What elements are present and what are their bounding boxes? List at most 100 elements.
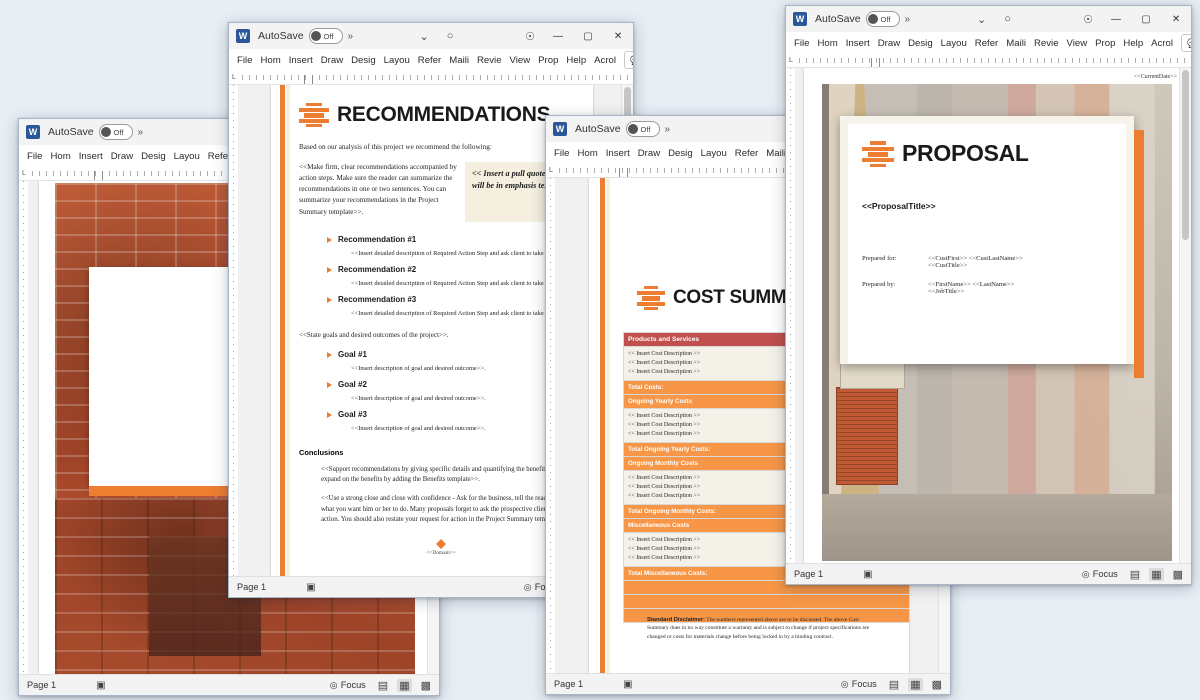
indent-marker[interactable]	[94, 171, 103, 180]
tab-stop-selector[interactable]: L	[229, 74, 242, 81]
tab-draw[interactable]: Draw	[635, 146, 663, 161]
indent-marker[interactable]	[871, 58, 880, 67]
tab-acrobat[interactable]: Acrol	[591, 53, 619, 68]
page-indicator[interactable]: Page 1	[554, 679, 583, 689]
print-layout-icon[interactable]: ▦	[397, 678, 412, 692]
comment-button[interactable]: 💬	[1181, 34, 1191, 52]
read-mode-icon[interactable]: ▤	[889, 678, 899, 691]
tab-references[interactable]: Refer	[415, 53, 444, 68]
tab-home[interactable]: Hom	[47, 149, 73, 164]
tab-mailings[interactable]: Maili	[446, 53, 472, 68]
read-mode-icon[interactable]: ▤	[378, 679, 388, 692]
comment-button[interactable]: 💬	[624, 51, 633, 69]
read-mode-icon[interactable]: ▤	[1130, 568, 1140, 581]
autosave-toggle[interactable]: Off	[865, 11, 900, 27]
close-button[interactable]: ✕	[603, 23, 633, 49]
tab-layout[interactable]: Layou	[938, 36, 970, 51]
tab-stop-selector[interactable]: L	[546, 167, 559, 174]
tab-layout[interactable]: Layou	[698, 146, 730, 161]
accessibility-icon[interactable]: ▣	[306, 582, 315, 593]
indent-marker[interactable]	[304, 75, 313, 84]
tab-insert[interactable]: Insert	[843, 36, 873, 51]
horizontal-ruler[interactable]: L	[229, 71, 633, 85]
accessibility-icon[interactable]: ▣	[863, 569, 872, 580]
maximize-button[interactable]: ▢	[573, 23, 603, 49]
autosave-toggle[interactable]: Off	[308, 28, 343, 44]
maximize-button[interactable]: ▢	[1131, 6, 1161, 32]
tab-home[interactable]: Hom	[574, 146, 600, 161]
tab-references[interactable]: Refer	[732, 146, 761, 161]
accessibility-icon[interactable]: ▣	[96, 680, 105, 691]
tab-review[interactable]: Revie	[474, 53, 505, 68]
tab-review[interactable]: Revie	[1031, 36, 1062, 51]
tab-references[interactable]: Refer	[972, 36, 1001, 51]
tab-layout[interactable]: Layou	[171, 149, 203, 164]
tab-insert[interactable]: Insert	[286, 53, 316, 68]
account-icon[interactable]: ☉	[1075, 8, 1101, 30]
close-button[interactable]: ✕	[1161, 6, 1191, 32]
web-layout-icon[interactable]: ▩	[932, 678, 942, 691]
tab-layout[interactable]: Layou	[381, 53, 413, 68]
autosave-toggle[interactable]: Off	[625, 121, 660, 137]
tab-insert[interactable]: Insert	[603, 146, 633, 161]
table-row-blank[interactable]	[623, 594, 909, 609]
tab-draw[interactable]: Draw	[318, 53, 346, 68]
window-controls[interactable]: — ▢ ✕	[1101, 6, 1191, 32]
ribbon-display-options-icon[interactable]: ⌄	[411, 25, 437, 47]
tab-view[interactable]: View	[507, 53, 534, 68]
tab-file[interactable]: File	[791, 36, 812, 51]
status-bar[interactable]: Page 1 ▣ ◎ Focus ▤ ▦ ▩	[786, 563, 1191, 584]
web-layout-icon[interactable]: ▩	[421, 679, 431, 692]
accessibility-icon[interactable]: ▣	[623, 679, 632, 690]
web-layout-icon[interactable]: ▩	[1173, 568, 1183, 581]
ribbon-display-options-icon[interactable]: ⌄	[969, 8, 995, 30]
vertical-scrollbar[interactable]	[1179, 68, 1191, 563]
window-controls[interactable]: — ▢ ✕	[543, 23, 633, 49]
ribbon-tabs[interactable]: File Hom Insert Draw Desig Layou Refer M…	[786, 32, 1191, 54]
focus-button[interactable]: ◎ Focus	[841, 679, 877, 690]
print-layout-icon[interactable]: ▦	[908, 677, 923, 691]
search-icon[interactable]: ○	[995, 8, 1021, 30]
scrollbar-thumb[interactable]	[1182, 70, 1189, 240]
ribbon-tabs[interactable]: File Hom Insert Draw Desig Layou Refer M…	[229, 49, 633, 71]
minimize-button[interactable]: —	[1101, 6, 1131, 32]
page-indicator[interactable]: Page 1	[27, 680, 56, 690]
ruler-track[interactable]	[242, 75, 629, 84]
account-icon[interactable]: ☉	[517, 25, 543, 47]
tab-view[interactable]: View	[1064, 36, 1091, 51]
page-indicator[interactable]: Page 1	[237, 582, 266, 592]
tab-help[interactable]: Help	[1120, 36, 1146, 51]
tab-design[interactable]: Desig	[905, 36, 936, 51]
tab-home[interactable]: Hom	[257, 53, 283, 68]
status-bar[interactable]: Page 1 ▣ ◎ Focus ▤ ▦ ▩	[546, 673, 950, 694]
tab-design[interactable]: Desig	[665, 146, 696, 161]
titlebar-more-icon[interactable]: »	[138, 127, 144, 138]
indent-marker[interactable]	[619, 168, 628, 177]
tab-draw[interactable]: Draw	[108, 149, 136, 164]
tab-design[interactable]: Desig	[348, 53, 379, 68]
ruler-track[interactable]	[799, 58, 1187, 67]
titlebar[interactable]: W AutoSave Off » ⌄ ○ ☉ — ▢ ✕	[229, 23, 633, 49]
titlebar-more-icon[interactable]: »	[348, 31, 354, 42]
document-canvas[interactable]: <<CurrentDate>> PROPOSAL <<ProposalTitle…	[786, 68, 1191, 563]
tab-stop-selector[interactable]: L	[19, 170, 32, 177]
tab-design[interactable]: Desig	[138, 149, 169, 164]
search-icon[interactable]: ○	[437, 25, 463, 47]
tab-insert[interactable]: Insert	[76, 149, 106, 164]
focus-button[interactable]: ◎ Focus	[330, 680, 366, 691]
tab-properties[interactable]: Prop	[535, 53, 561, 68]
print-layout-icon[interactable]: ▦	[1149, 567, 1164, 581]
minimize-button[interactable]: —	[543, 23, 573, 49]
tab-stop-selector[interactable]: L	[786, 57, 799, 64]
tab-properties[interactable]: Prop	[1092, 36, 1118, 51]
titlebar-more-icon[interactable]: »	[905, 14, 911, 25]
tab-mailings[interactable]: Maili	[1003, 36, 1029, 51]
tab-draw[interactable]: Draw	[875, 36, 903, 51]
status-bar[interactable]: Page 1 ▣ ◎ Focus ▤ ▦ ▩	[19, 674, 439, 695]
tab-file[interactable]: File	[234, 53, 255, 68]
tab-acrobat[interactable]: Acrol	[1148, 36, 1176, 51]
titlebar-more-icon[interactable]: »	[665, 124, 671, 135]
tab-file[interactable]: File	[24, 149, 45, 164]
focus-button[interactable]: ◎ Focus	[1082, 569, 1118, 580]
tab-help[interactable]: Help	[563, 53, 589, 68]
